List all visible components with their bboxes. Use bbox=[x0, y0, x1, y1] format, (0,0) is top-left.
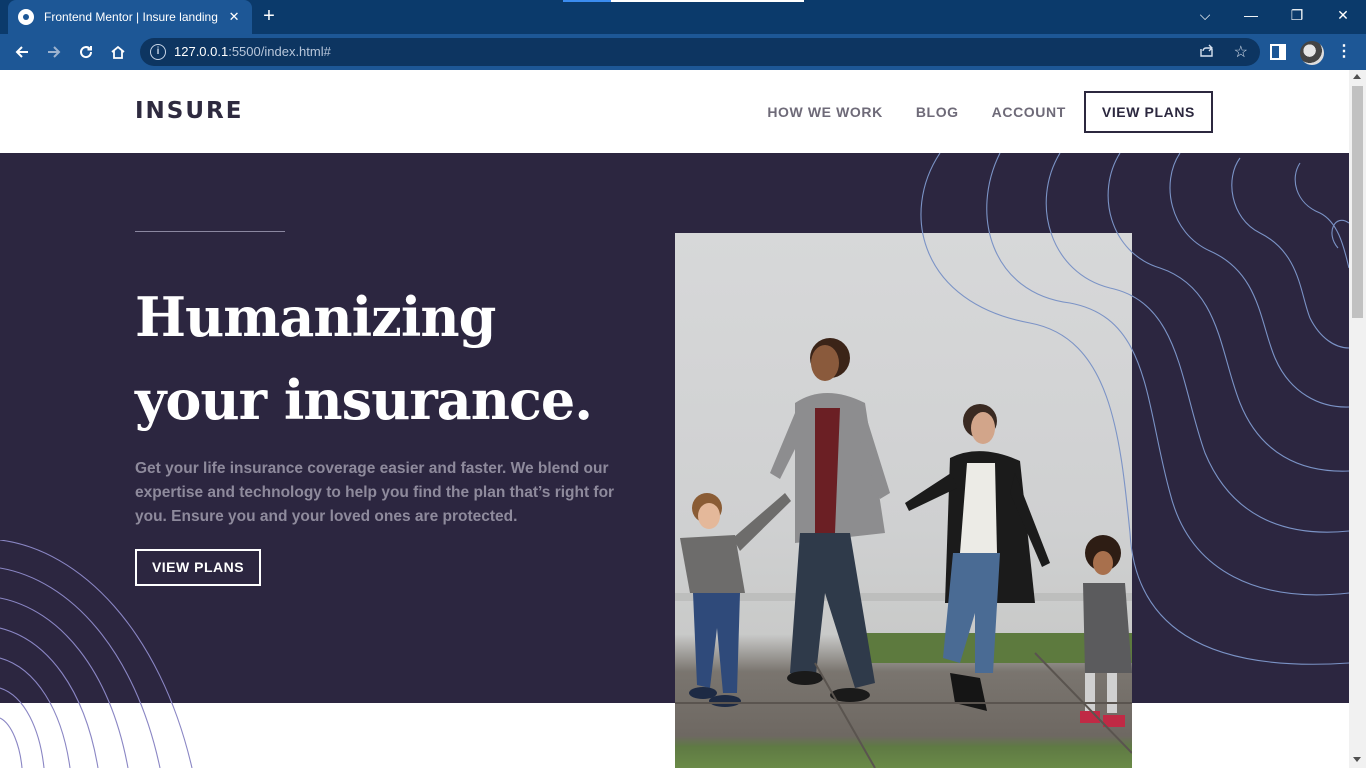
nav-how-we-work[interactable]: HOW WE WORK bbox=[767, 104, 882, 120]
site-logo[interactable]: INSURE bbox=[135, 98, 243, 124]
info-icon[interactable]: i bbox=[150, 44, 166, 60]
tab-title: Frontend Mentor | Insure landing page bbox=[44, 10, 218, 24]
main-nav: HOW WE WORK BLOG ACCOUNT VIEW PLANS bbox=[734, 91, 1213, 133]
home-icon[interactable] bbox=[104, 38, 132, 66]
star-icon[interactable]: ☆ bbox=[1234, 42, 1248, 62]
browser-tab-bar: Frontend Mentor | Insure landing page ✕ … bbox=[0, 0, 1366, 34]
restore-icon[interactable]: ❐ bbox=[1274, 0, 1320, 30]
scroll-up-icon[interactable] bbox=[1353, 74, 1361, 79]
tab-drag-indicator bbox=[563, 0, 804, 2]
page-viewport: INSURE HOW WE WORK BLOG ACCOUNT VIEW PLA… bbox=[0, 70, 1349, 768]
site-header: INSURE HOW WE WORK BLOG ACCOUNT VIEW PLA… bbox=[0, 70, 1349, 153]
nav-blog[interactable]: BLOG bbox=[916, 104, 959, 120]
hero-divider bbox=[135, 231, 285, 232]
nav-account[interactable]: ACCOUNT bbox=[992, 104, 1066, 120]
url-text: 127.0.0.1:5500/index.html# bbox=[174, 44, 331, 59]
share-icon[interactable] bbox=[1200, 43, 1214, 60]
window-close-icon[interactable]: ✕ bbox=[1320, 0, 1366, 30]
page-scrollbar[interactable] bbox=[1349, 70, 1366, 768]
browser-toolbar: i 127.0.0.1:5500/index.html# ☆ bbox=[0, 34, 1366, 70]
hero-description: Get your life insurance coverage easier … bbox=[135, 460, 615, 525]
browser-tab[interactable]: Frontend Mentor | Insure landing page ✕ bbox=[8, 0, 252, 34]
tab-search-icon[interactable]: ⌵ bbox=[1182, 0, 1228, 30]
address-bar[interactable]: i 127.0.0.1:5500/index.html# ☆ bbox=[140, 38, 1260, 66]
kebab-menu-icon[interactable]: ⋮ bbox=[1336, 43, 1352, 63]
scroll-down-icon[interactable] bbox=[1353, 757, 1361, 762]
back-icon[interactable] bbox=[8, 38, 36, 66]
close-icon[interactable]: ✕ bbox=[226, 9, 242, 25]
hero-title: Humanizing your insurance. bbox=[135, 285, 593, 432]
forward-icon[interactable] bbox=[40, 38, 68, 66]
globe-icon bbox=[18, 9, 34, 25]
reload-icon[interactable] bbox=[72, 38, 100, 66]
decorative-curves-right bbox=[920, 153, 1349, 665]
profile-avatar[interactable] bbox=[1300, 41, 1324, 65]
plus-icon[interactable]: + bbox=[258, 6, 280, 28]
minimize-icon[interactable]: — bbox=[1228, 0, 1274, 30]
nav-view-plans-button[interactable]: VIEW PLANS bbox=[1083, 91, 1213, 133]
decorative-curves-left bbox=[0, 540, 193, 768]
side-panel-icon[interactable] bbox=[1270, 44, 1286, 60]
scrollbar-thumb[interactable] bbox=[1352, 86, 1363, 318]
